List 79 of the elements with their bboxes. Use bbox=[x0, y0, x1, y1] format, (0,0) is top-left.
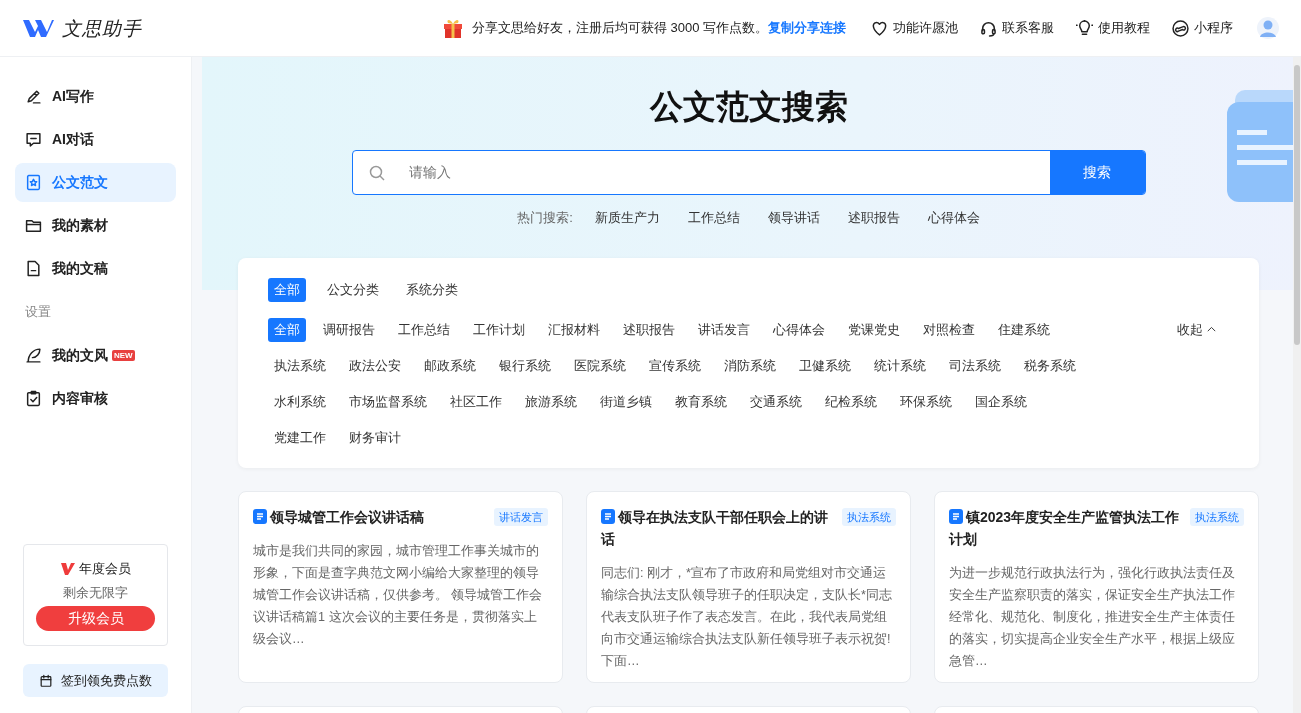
hot-search-link[interactable]: 心得体会 bbox=[927, 208, 980, 228]
category-chip[interactable]: 住建系统 bbox=[992, 317, 1056, 342]
checkin-button[interactable]: 签到领免费点数 bbox=[23, 664, 168, 697]
upgrade-button[interactable]: 升级会员 bbox=[36, 606, 155, 631]
category-chip[interactable]: 党课党史 bbox=[842, 317, 906, 342]
category-chip[interactable]: 邮政系统 bbox=[418, 353, 482, 378]
remaining-quota: 剩余无限字 bbox=[62, 583, 129, 602]
category-chip[interactable]: 宣传系统 bbox=[643, 353, 707, 378]
brand-name: 文思助手 bbox=[62, 15, 142, 41]
page-title: 公文范文搜索 bbox=[648, 87, 849, 127]
category-chip[interactable]: 国企系统 bbox=[969, 389, 1033, 414]
category-chip[interactable]: 税务系统 bbox=[1018, 353, 1082, 378]
collapse-button[interactable]: 收起 bbox=[1177, 317, 1217, 342]
nav-link[interactable]: 联系客服 bbox=[980, 18, 1054, 38]
category-chip[interactable]: 环保系统 bbox=[894, 389, 958, 414]
hot-search-link[interactable]: 领导讲话 bbox=[767, 208, 820, 228]
hot-search-link[interactable]: 新质生产力 bbox=[594, 208, 660, 228]
category-chip[interactable]: 水利系统 bbox=[268, 389, 332, 414]
category-chip[interactable]: 社区工作 bbox=[444, 389, 508, 414]
article-excerpt: 城市是我们共同的家园，城市管理工作事关城市的形象，下面是查字典范文网小编给大家整理的领导城管工作会议讲话稿，仅供参考。 领导城管工作会议讲话稿篇1 这次会议的主要任务是，贯彻落实上级会议… bbox=[253, 542, 544, 648]
hot-search-label: 热门搜索: bbox=[517, 209, 573, 227]
category-chip[interactable]: 市场监督系统 bbox=[343, 389, 433, 414]
category-tag: 讲话发言 bbox=[494, 507, 548, 526]
section-label: 设置 bbox=[25, 303, 52, 321]
sidebar-item[interactable]: 我的素材 bbox=[15, 206, 176, 245]
category-chip[interactable]: 卫健系统 bbox=[793, 353, 857, 378]
sidebar-item[interactable]: 公文范文 bbox=[15, 163, 176, 202]
nav-link[interactable]: 功能许愿池 bbox=[871, 18, 958, 38]
category-chip[interactable]: 对照检查 bbox=[917, 317, 981, 342]
category-chip[interactable]: 财务审计 bbox=[343, 425, 407, 450]
category-chip[interactable]: 司法系统 bbox=[943, 353, 1007, 378]
category-chip[interactable]: 汇报材料 bbox=[542, 317, 606, 342]
category-chip[interactable]: 述职报告 bbox=[617, 317, 681, 342]
search-button[interactable]: 搜索 bbox=[1049, 151, 1145, 194]
article-excerpt: 同志们: 刚才，*宣布了市政府和局党组对市交通运输综合执法支队领导班子的任职决定，支队长*同志代表支队班子作了表态发言。在此，我代表局党组向市交通运输综合执法支队新任领导班子表示祝贺!下面… bbox=[601, 564, 893, 670]
category-chip[interactable]: 消防系统 bbox=[718, 353, 782, 378]
sidebar-item[interactable]: 内容审核 bbox=[15, 378, 176, 418]
filter-tab[interactable]: 全部 bbox=[268, 277, 306, 302]
category-chip[interactable]: 党建工作 bbox=[268, 425, 332, 450]
category-chip[interactable]: 工作计划 bbox=[467, 317, 531, 342]
category-chip[interactable]: 心得体会 bbox=[767, 317, 831, 342]
sidebar-item[interactable]: 我的文稿 bbox=[15, 249, 176, 288]
category-chip[interactable]: 教育系统 bbox=[669, 389, 733, 414]
category-chip[interactable]: 交通系统 bbox=[744, 389, 808, 414]
filter-tab[interactable]: 系统分类 bbox=[400, 277, 464, 302]
category-chip[interactable]: 调研报告 bbox=[317, 317, 381, 342]
article-excerpt: 为进一步规范行政执法行为，强化行政执法责任及安全生产监察职责的落实，保证安全生产执法工作经常化、规范化、制度化，推进安全生产主体责任的落实，切实提高企业安全生产水平，根据上级应急管… bbox=[949, 564, 1236, 670]
sidebar-item[interactable]: AI写作 bbox=[15, 77, 176, 116]
category-tag: 执法系统 bbox=[1190, 507, 1244, 526]
category-chip[interactable]: 统计系统 bbox=[868, 353, 932, 378]
category-chip[interactable]: 街道乡镇 bbox=[594, 389, 658, 414]
article-card[interactable]: 领导城管工作会议讲话稿 讲话发言 城市是我们共同的家园，城市管理工作事关城市的形象，下面是查字典范文网小编给大家整理的领导城管工作会议讲话稿，仅供参考。 领导城管工作会议讲话稿篇1 这次会议的主要任务是，贯彻落实上级会议… bbox=[238, 490, 563, 683]
category-chip[interactable]: 讲话发言 bbox=[692, 317, 756, 342]
article-title[interactable]: 镇2023年度安全生产监管执法工作计划 bbox=[949, 505, 1182, 550]
nav-link[interactable]: 使用教程 bbox=[1076, 18, 1150, 38]
category-chip[interactable]: 旅游系统 bbox=[519, 389, 583, 414]
hot-search-link[interactable]: 工作总结 bbox=[687, 208, 740, 228]
hot-search-link[interactable]: 述职报告 bbox=[847, 208, 900, 228]
article-card[interactable]: 领导在执法支队干部任职会上的讲话 执法系统 同志们: 刚才，*宣布了市政府和局党组对市交通运输综合执法支队领导班子的任职决定，支队长*同志代表支队班子作了表态发言。在此，我代表局党组向市交通运输综合执法支队新任领导班子表示祝贺!下面… bbox=[586, 490, 911, 683]
category-chip[interactable]: 执法系统 bbox=[268, 353, 332, 378]
sidebar-item[interactable]: 我的文风 NEW bbox=[15, 335, 176, 375]
nav-link[interactable]: 小程序 bbox=[1172, 18, 1233, 38]
article-title[interactable]: 领导城管工作会议讲话稿 bbox=[253, 505, 424, 528]
plan-name: 年度会员 bbox=[78, 560, 131, 578]
category-chip[interactable]: 政法公安 bbox=[343, 353, 407, 378]
category-chip[interactable]: 纪检系统 bbox=[819, 389, 883, 414]
article-card[interactable]: 镇2023年度安全生产监管执法工作计划 执法系统 为进一步规范行政执法行为，强化行政执法责任及安全生产监察职责的落实，保证安全生产执法工作经常化、规范化、制度化，推进安全生产主体责任的落实，切实提高企业安全生产水平，根据上级应急管… bbox=[934, 490, 1259, 683]
sidebar-item[interactable]: AI对话 bbox=[15, 120, 176, 159]
category-chip[interactable]: 银行系统 bbox=[493, 353, 557, 378]
article-title[interactable]: 领导在执法支队干部任职会上的讲话 bbox=[601, 505, 834, 550]
category-chip[interactable]: 医院系统 bbox=[568, 353, 632, 378]
filter-tab[interactable]: 公文分类 bbox=[321, 277, 385, 302]
promo-text: 分享文思给好友，注册后均可获得 3000 写作点数。复制分享连接 bbox=[472, 19, 847, 38]
copy-share-link[interactable]: 复制分享连接 bbox=[768, 20, 847, 36]
category-tag: 执法系统 bbox=[842, 507, 896, 526]
search-field[interactable]: 请输入 搜索 bbox=[351, 150, 1146, 195]
category-chip[interactable]: 全部 bbox=[268, 317, 306, 342]
new-badge: NEW bbox=[112, 349, 135, 361]
category-chip[interactable]: 工作总结 bbox=[392, 317, 456, 342]
